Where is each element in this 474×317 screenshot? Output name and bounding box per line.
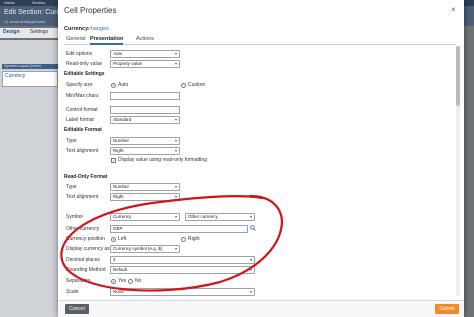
currency-position-right-radio[interactable] — [181, 237, 186, 242]
scale-label: Scale — [66, 289, 79, 295]
currency-position-left-label: Left — [118, 236, 127, 242]
type1-label: Type — [66, 138, 77, 144]
other-currency-input[interactable]: GBP — [110, 225, 248, 233]
text-alignment2-label: Text alignment — [66, 194, 99, 200]
currency-position-label: Currency position — [66, 236, 105, 242]
symbol-value: Currency — [113, 214, 132, 219]
chevron-down-icon: ▾ — [174, 194, 177, 199]
dialog-tabs: General Presentation Actions — [64, 36, 456, 45]
specify-size-auto-radio[interactable] — [111, 83, 116, 88]
currency-cell[interactable]: Currency — [2, 71, 58, 87]
editor-title: Edit Section: Curr — [4, 9, 59, 16]
decimal-places-label: Decimal places — [66, 257, 100, 263]
type2-select[interactable]: Number ▾ — [110, 183, 180, 191]
cancel-button[interactable]: Cancel — [65, 304, 89, 314]
scrollbar-thumb[interactable] — [456, 46, 460, 106]
changes-link[interactable]: changes — [88, 26, 109, 32]
specify-size-custom-label: Custom — [188, 82, 206, 88]
specify-size-custom-radio[interactable] — [181, 83, 186, 88]
other-currency-label: Other currency — [66, 226, 100, 232]
chevron-down-icon: ▾ — [174, 184, 177, 189]
text-alignment1-value: Right — [113, 148, 124, 153]
rounding-method-label: Rounding Method — [66, 267, 106, 273]
edit-options-select[interactable]: Auto ▾ — [110, 50, 180, 58]
separators-yes-label: Yes — [118, 278, 127, 284]
chevron-down-icon: ▾ — [174, 51, 177, 56]
display-value-readonly-checkbox[interactable]: ✓ — [111, 158, 116, 163]
symbol-source-select[interactable]: Other currency ▾ — [185, 213, 255, 221]
chevron-down-icon: ▾ — [174, 138, 177, 143]
scale-select[interactable]: None ▾ — [110, 288, 255, 296]
chevron-down-icon: ▾ — [174, 117, 177, 122]
type2-value: Number — [113, 184, 130, 189]
display-currency-as-label: Display currency as — [66, 246, 110, 252]
min-max-chars-input[interactable] — [110, 92, 180, 100]
type1-select[interactable]: Number ▾ — [110, 137, 180, 145]
text-alignment2-select[interactable]: Right ▾ — [110, 193, 180, 201]
type1-value: Number — [113, 138, 130, 143]
chevron-down-icon: ▾ — [174, 214, 177, 219]
specify-size-auto-label: Auto — [118, 82, 129, 88]
chevron-down-icon: ▾ — [249, 267, 252, 272]
chevron-down-icon: ▾ — [249, 289, 252, 294]
label-format-value: Standard — [113, 117, 132, 122]
cell-properties-dialog: Cell Properties × Currency changes Gener… — [58, 0, 464, 317]
chevron-down-icon: ▾ — [249, 257, 252, 262]
scale-value: None — [113, 289, 124, 294]
separators-no-radio[interactable] — [128, 279, 133, 284]
decimal-places-select[interactable]: 2 ▾ — [110, 256, 255, 264]
label-format-select[interactable]: Standard ▾ — [110, 116, 180, 124]
currency-cell-label: Currency — [5, 73, 26, 79]
text-alignment2-value: Right — [113, 194, 124, 199]
tab-settings[interactable]: Settings — [30, 29, 48, 35]
specify-size-label: Specify size — [66, 82, 93, 88]
symbol-select[interactable]: Currency ▾ — [110, 213, 180, 221]
read-only-value-value: Property value — [113, 61, 143, 66]
property-name: Currency — [64, 26, 89, 32]
symbol-source-value: Other currency — [188, 214, 218, 219]
editor-tabs: Design Settings — [0, 28, 60, 38]
close-icon[interactable]: × — [451, 5, 456, 14]
currency-position-right-label: Right — [188, 236, 200, 242]
display-currency-as-value: Currency symbol (e.g. $) — [113, 246, 163, 251]
chevron-down-icon: ▾ — [174, 246, 177, 251]
editable-settings-heading: Editable Settings — [64, 71, 105, 77]
decimal-places-value: 2 — [113, 257, 116, 262]
read-only-format-heading: Read-Only Format — [64, 174, 108, 180]
currency-position-left-radio[interactable] — [111, 237, 116, 242]
tab-actions[interactable]: Actions — [136, 36, 154, 45]
text-alignment1-label: Text alignment — [66, 148, 99, 154]
separators-no-label: No — [135, 278, 142, 284]
text-alignment1-select[interactable]: Right ▾ — [110, 147, 180, 155]
control-format-label: Control format — [66, 107, 98, 113]
separators-label: Separators — [66, 278, 91, 284]
submit-button[interactable]: Submit — [435, 304, 459, 314]
editable-format-heading: Editable Format — [64, 127, 102, 133]
display-value-readonly-label: Display value using read-only formatting — [118, 157, 207, 163]
read-only-value-select[interactable]: Property value ▾ — [110, 60, 180, 68]
editor-subtitle: CL Anuk AmtAppWorks — [4, 19, 46, 24]
chevron-down-icon: ▾ — [249, 214, 252, 219]
tab-presentation[interactable]: Presentation — [90, 36, 124, 45]
dialog-footer — [58, 300, 464, 317]
read-only-value-label: Read-only value — [66, 61, 103, 67]
rounding-method-value: Default — [113, 267, 128, 272]
search-icon[interactable] — [250, 225, 256, 231]
edit-options-label: Edit options — [66, 51, 93, 57]
control-format-input[interactable] — [110, 106, 180, 114]
label-format-label: Label format — [66, 117, 94, 123]
tab-general[interactable]: General — [66, 36, 86, 45]
chevron-down-icon: ▾ — [174, 148, 177, 153]
min-max-chars-label: Min/Max chars — [66, 93, 99, 99]
type2-label: Type — [66, 184, 77, 190]
edit-options-value: Auto — [113, 51, 123, 56]
tab-design[interactable]: Design — [3, 29, 20, 35]
symbol-label: Symbol — [66, 214, 83, 220]
chevron-down-icon: ▾ — [174, 61, 177, 66]
dynamic-layout-bar[interactable]: Dynamic Layout (Inline) — [2, 64, 58, 69]
dialog-title: Cell Properties — [64, 6, 117, 15]
rounding-method-select[interactable]: Default ▾ — [110, 266, 255, 274]
display-currency-as-select[interactable]: Currency symbol (e.g. $) ▾ — [110, 245, 180, 253]
separators-yes-radio[interactable] — [111, 279, 116, 284]
